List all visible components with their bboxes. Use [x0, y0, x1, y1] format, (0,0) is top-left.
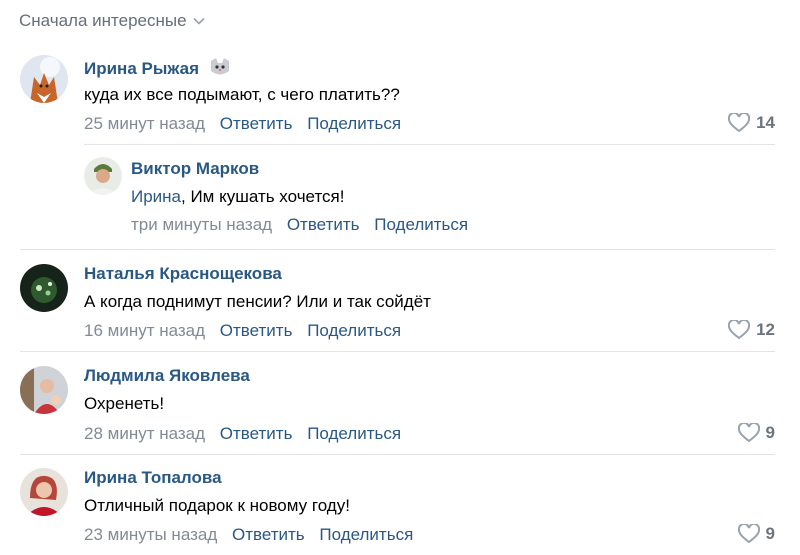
- comment-text: Отличный подарок к новому году!: [84, 496, 350, 515]
- like-button[interactable]: 12: [728, 320, 775, 340]
- heart-icon: [737, 423, 760, 443]
- timestamp[interactable]: 23 минуты назад: [84, 525, 217, 544]
- comment-meta: 16 минут назад Ответить Поделиться: [84, 321, 401, 341]
- heart-icon: [728, 113, 751, 133]
- like-count: 14: [756, 113, 775, 132]
- avatar[interactable]: [20, 366, 68, 414]
- reply-button[interactable]: Ответить: [220, 321, 293, 340]
- cat-emoji-icon: [210, 58, 229, 75]
- author-name[interactable]: Людмила Яковлева: [84, 366, 250, 386]
- like-button[interactable]: 14: [728, 113, 775, 133]
- author-name[interactable]: Ирина Рыжая: [84, 57, 232, 79]
- comment-meta: три минуты назад Ответить Поделиться: [131, 215, 468, 235]
- comment-text: Ирина, Им кушать хочется!: [131, 187, 344, 207]
- share-button[interactable]: Поделиться: [307, 321, 401, 340]
- like-count: 9: [765, 423, 775, 442]
- reply-text: , Им кушать хочется!: [181, 187, 345, 206]
- timestamp[interactable]: три минуты назад: [131, 215, 272, 234]
- comment-meta: 23 минуты назад Ответить Поделиться: [84, 525, 413, 545]
- avatar[interactable]: [84, 157, 122, 195]
- like-button[interactable]: 9: [737, 524, 775, 544]
- sort-dropdown[interactable]: Сначала интересные: [19, 11, 205, 31]
- comment-meta: 28 минут назад Ответить Поделиться: [84, 424, 401, 444]
- like-count: 9: [765, 524, 775, 543]
- author-name[interactable]: Виктор Марков: [131, 159, 259, 179]
- avatar[interactable]: [20, 264, 68, 312]
- heart-icon: [728, 320, 751, 340]
- divider: [84, 144, 775, 145]
- reply-button[interactable]: Ответить: [232, 525, 305, 544]
- timestamp[interactable]: 16 минут назад: [84, 321, 205, 340]
- chevron-down-icon: [192, 17, 205, 25]
- divider: [20, 454, 775, 455]
- reply-button[interactable]: Ответить: [220, 114, 293, 133]
- share-button[interactable]: Поделиться: [307, 114, 401, 133]
- share-button[interactable]: Поделиться: [307, 424, 401, 443]
- share-button[interactable]: Поделиться: [374, 215, 468, 234]
- timestamp[interactable]: 28 минут назад: [84, 424, 205, 443]
- timestamp[interactable]: 25 минут назад: [84, 114, 205, 133]
- comment-text: куда их все подымают, с чего платить??: [84, 85, 400, 104]
- share-button[interactable]: Поделиться: [319, 525, 413, 544]
- like-count: 12: [756, 320, 775, 339]
- author-name[interactable]: Наталья Краснощекова: [84, 264, 282, 284]
- avatar[interactable]: [20, 468, 68, 516]
- sort-label: Сначала интересные: [19, 11, 187, 30]
- divider: [20, 351, 775, 352]
- comment-text: Охренеть!: [84, 394, 165, 413]
- reply-button[interactable]: Ответить: [287, 215, 360, 234]
- author-name[interactable]: Ирина Топалова: [84, 468, 222, 488]
- like-button[interactable]: 9: [737, 423, 775, 443]
- comment-meta: 25 минут назад Ответить Поделиться: [84, 114, 401, 134]
- reply-button[interactable]: Ответить: [220, 424, 293, 443]
- avatar[interactable]: [20, 55, 68, 103]
- heart-icon: [737, 524, 760, 544]
- divider: [20, 249, 775, 250]
- comment-text: А когда поднимут пенсии? Или и так сойдё…: [84, 292, 431, 311]
- author-name-text: Ирина Рыжая: [84, 59, 199, 78]
- reply-to-link[interactable]: Ирина: [131, 187, 181, 206]
